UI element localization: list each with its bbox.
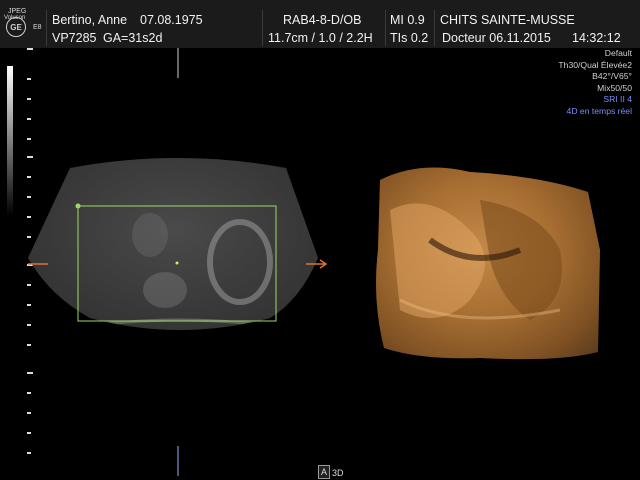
settings-line: Mix50/50 [597, 82, 632, 93]
bmode-sector [28, 158, 318, 330]
roi-box [77, 205, 277, 322]
doctor-date: Docteur 06.11.2015 [442, 31, 551, 45]
patient-id: VP7285 [52, 31, 97, 45]
model-tag: E8 [33, 24, 42, 31]
probe-name: RAB4-8-D/OB [283, 13, 362, 27]
roi-center-dot [175, 261, 179, 265]
settings-line: Default [604, 48, 632, 58]
tab-3d-view[interactable]: 3D [330, 467, 346, 479]
ge-logo-icon: GE [6, 17, 26, 37]
settings-line-4d: 4D en temps réel [566, 105, 632, 116]
patient-name: Bertino, Anne [52, 13, 128, 27]
grayscale-bar [7, 66, 13, 216]
settings-panel: Default Th30/Qual Élevée2 B42°/V65° Mix5… [558, 48, 632, 118]
gestational-age: GA=31s2d [103, 31, 163, 45]
settings-line-sri: SRI II 4 [603, 94, 632, 105]
depth-ruler [27, 48, 33, 454]
roi-corner-handle [75, 203, 81, 209]
birth-date: 07.08.1975 [140, 13, 203, 27]
ultrasound-image-area [28, 48, 600, 476]
mi-value: MI 0.9 [390, 13, 425, 27]
tab-a-plane[interactable]: A [318, 465, 331, 479]
hospital-name: CHITS SAINTE-MUSSE [440, 13, 575, 27]
settings-line: B42°/V65° [592, 71, 632, 82]
tis-value: TIs 0.2 [390, 31, 429, 45]
render-3d-view [376, 167, 600, 360]
right-marker-arrow-icon [306, 259, 328, 269]
patient-header: JPEG Voluson GE E8 Bertino, Anne 07.08.1… [0, 0, 640, 48]
depth-info: 11.7cm / 1.0 / 2.2H [268, 31, 373, 45]
clock-time: 14:32:12 [572, 31, 621, 45]
settings-line: Th30/Qual Élevée2 [558, 59, 632, 70]
